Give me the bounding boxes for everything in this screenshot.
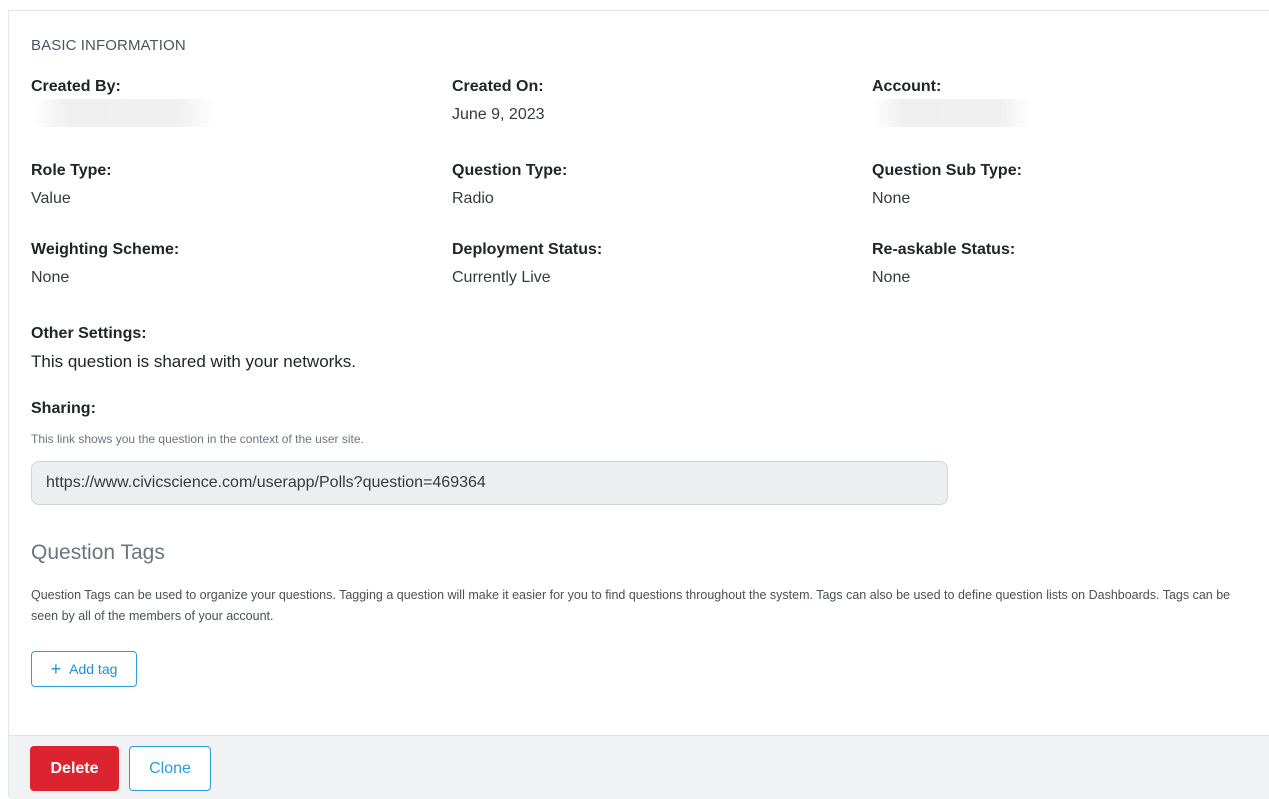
footer-actions: Delete Clone: [9, 735, 1269, 799]
created-on-value: June 9, 2023: [452, 106, 545, 123]
question-sub-type-field: Question Sub Type: None: [872, 161, 1022, 209]
role-type-field: Role Type: Value: [31, 161, 112, 209]
question-type-field: Question Type: Radio: [452, 161, 567, 209]
sharing-hint: This link shows you the question in the …: [31, 432, 364, 446]
sharing-label: Sharing:: [31, 400, 96, 417]
created-by-value-redacted: [31, 99, 216, 127]
other-settings-value: This question is shared with your networ…: [31, 352, 357, 371]
deployment-status-value: Currently Live: [452, 269, 551, 286]
created-by-label: Created By:: [31, 78, 121, 95]
role-type-label: Role Type:: [31, 162, 112, 179]
reaskable-status-label: Re-askable Status:: [872, 241, 1016, 258]
question-tags-title: Question Tags: [31, 541, 165, 564]
question-type-label: Question Type:: [452, 162, 568, 179]
reaskable-status-field: Re-askable Status: None: [872, 240, 1015, 288]
created-by-field: Created By:: [31, 77, 216, 127]
question-sub-type-label: Question Sub Type:: [872, 162, 1022, 179]
sharing-url-field[interactable]: https://www.civicscience.com/userapp/Pol…: [31, 461, 948, 505]
weighting-scheme-label: Weighting Scheme:: [31, 241, 180, 258]
created-on-field: Created On: June 9, 2023: [452, 77, 545, 125]
sharing-field: Sharing:: [31, 399, 96, 419]
clone-button[interactable]: Clone: [129, 746, 211, 791]
question-sub-type-value: None: [872, 190, 911, 207]
deployment-status-label: Deployment Status:: [452, 241, 603, 258]
account-label: Account:: [872, 78, 942, 95]
question-tags-description: Question Tags can be used to organize yo…: [31, 588, 1231, 623]
weighting-scheme-field: Weighting Scheme: None: [31, 240, 179, 288]
question-details-panel: BASIC INFORMATION Created By: Created On…: [8, 10, 1269, 799]
created-on-label: Created On:: [452, 78, 544, 95]
other-settings-field: Other Settings: This question is shared …: [31, 324, 356, 372]
other-settings-label: Other Settings:: [31, 325, 147, 342]
account-field: Account:: [872, 77, 1032, 127]
add-tag-button[interactable]: + Add tag: [31, 651, 137, 687]
weighting-scheme-value: None: [31, 269, 70, 286]
add-tag-label: Add tag: [69, 661, 118, 677]
section-title: BASIC INFORMATION: [31, 37, 186, 54]
reaskable-status-value: None: [872, 269, 911, 286]
delete-button[interactable]: Delete: [30, 746, 119, 791]
plus-icon: +: [50, 659, 62, 679]
account-value-redacted: [872, 99, 1032, 127]
deployment-status-field: Deployment Status: Currently Live: [452, 240, 602, 288]
question-type-value: Radio: [452, 190, 494, 207]
role-type-value: Value: [31, 190, 71, 207]
